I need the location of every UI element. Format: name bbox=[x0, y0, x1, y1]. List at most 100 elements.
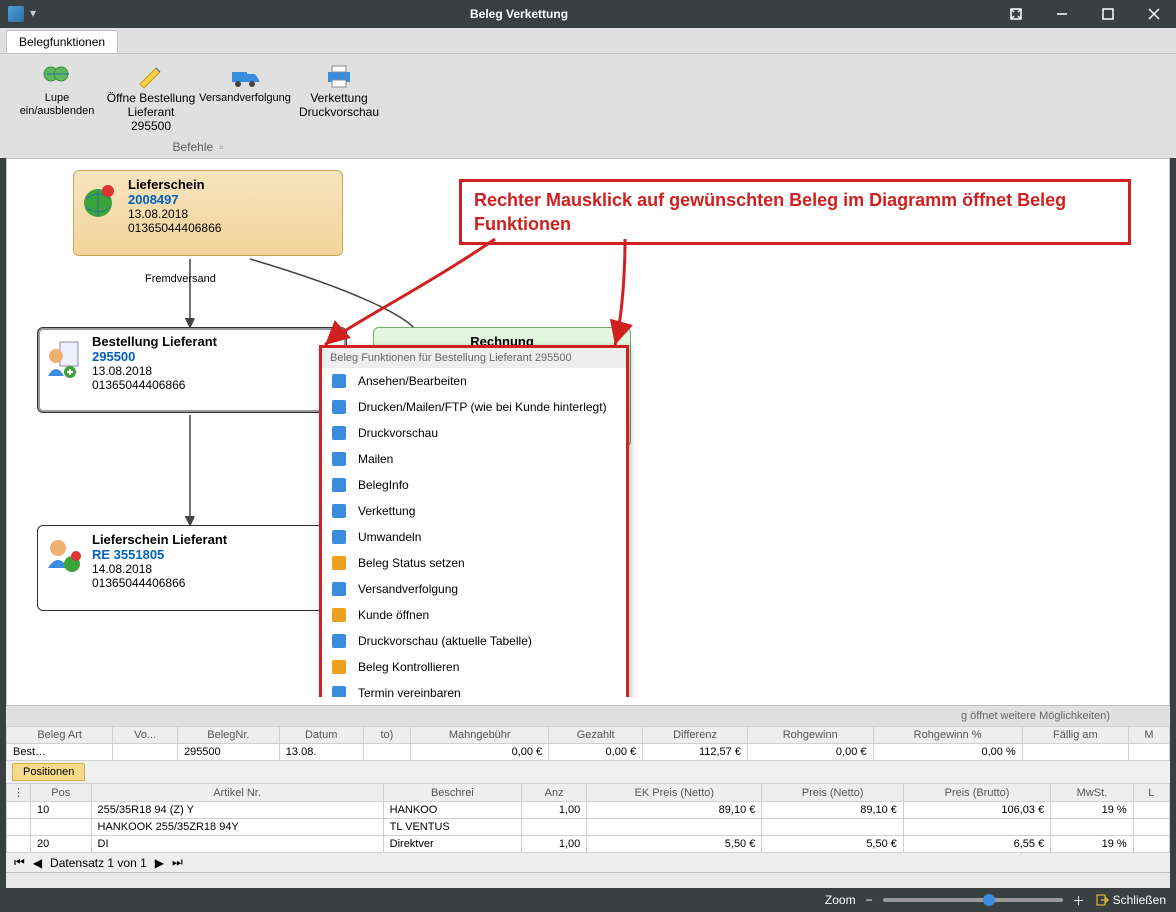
col-header[interactable]: M bbox=[1129, 727, 1170, 744]
ctx-item-11[interactable]: Beleg Kontrollieren bbox=[322, 654, 626, 680]
col-header[interactable]: Vo... bbox=[113, 727, 178, 744]
ctx-item-9[interactable]: Kunde öffnen bbox=[322, 602, 626, 628]
close-button[interactable] bbox=[1132, 0, 1176, 28]
grid-positionen[interactable]: ⋮PosArtikel Nr.BeschreiAnzEK Preis (Nett… bbox=[6, 783, 1170, 853]
ctx-item-0[interactable]: Ansehen/Bearbeiten bbox=[322, 368, 626, 394]
cell[interactable]: HANKOOK 255/35ZR18 94Y bbox=[91, 819, 383, 836]
cell[interactable] bbox=[1022, 744, 1128, 761]
col-header[interactable]: Pos bbox=[31, 784, 92, 802]
quick-dropdown-icon[interactable]: ▾ bbox=[30, 6, 36, 22]
col-header[interactable]: Gezahlt bbox=[549, 727, 643, 744]
horizontal-scrollbar[interactable] bbox=[6, 872, 1170, 888]
cell[interactable]: 1,00 bbox=[522, 836, 587, 853]
ctx-item-5[interactable]: Verkettung bbox=[322, 498, 626, 524]
ctx-item-4[interactable]: BelegInfo bbox=[322, 472, 626, 498]
cell[interactable]: 19 % bbox=[1051, 836, 1133, 853]
cell[interactable]: 5,50 € bbox=[762, 836, 904, 853]
chain-preview-button[interactable]: VerkettungDruckvorschau bbox=[294, 58, 384, 138]
cell[interactable]: 0,00 € bbox=[411, 744, 549, 761]
ctx-item-2[interactable]: Druckvorschau bbox=[322, 420, 626, 446]
node-lieferschein[interactable]: Lieferschein 2008497 13.08.2018 01365044… bbox=[73, 170, 343, 256]
tracking-button[interactable]: Versandverfolgung bbox=[200, 58, 290, 138]
cell[interactable] bbox=[113, 744, 178, 761]
col-header[interactable]: Beleg Art bbox=[7, 727, 113, 744]
cell[interactable]: 0,00 € bbox=[549, 744, 643, 761]
col-header[interactable]: Differenz bbox=[643, 727, 748, 744]
nav-last-icon[interactable]: ⏭ bbox=[172, 855, 183, 870]
ctx-item-6[interactable]: Umwandeln bbox=[322, 524, 626, 550]
ctx-item-7[interactable]: Beleg Status setzen bbox=[322, 550, 626, 576]
cell[interactable]: 106,03 € bbox=[903, 802, 1050, 819]
cell[interactable] bbox=[903, 819, 1050, 836]
col-header[interactable]: Rohgewinn bbox=[747, 727, 873, 744]
col-header[interactable]: Preis (Netto) bbox=[762, 784, 904, 802]
cell[interactable]: 13.08. bbox=[279, 744, 363, 761]
ctx-item-3[interactable]: Mailen bbox=[322, 446, 626, 472]
col-header[interactable]: Anz bbox=[522, 784, 587, 802]
nav-first-icon[interactable]: ⏮ bbox=[14, 855, 25, 870]
fullscreen-button[interactable] bbox=[994, 0, 1038, 28]
nav-prev-icon[interactable]: ◀ bbox=[33, 856, 42, 870]
cell[interactable] bbox=[31, 819, 92, 836]
node-lieferschein-lieferant[interactable]: Lieferschein Lieferant RE 3551805 14.08.… bbox=[37, 525, 343, 611]
col-header[interactable]: Datum bbox=[279, 727, 363, 744]
cell[interactable] bbox=[363, 744, 411, 761]
cell[interactable]: Best… bbox=[7, 744, 113, 761]
cell[interactable]: Direktver bbox=[383, 836, 521, 853]
cell[interactable]: 89,10 € bbox=[762, 802, 904, 819]
cell[interactable]: 112,57 € bbox=[643, 744, 748, 761]
cell[interactable] bbox=[1051, 819, 1133, 836]
cell[interactable] bbox=[762, 819, 904, 836]
cell[interactable]: 1,00 bbox=[522, 802, 587, 819]
zoom-slider[interactable] bbox=[883, 898, 1063, 902]
col-header[interactable]: to) bbox=[363, 727, 411, 744]
open-order-button[interactable]: Öffne BestellungLieferant 295500 bbox=[106, 58, 196, 138]
col-header[interactable]: L bbox=[1133, 784, 1169, 802]
col-header[interactable]: Beschrei bbox=[383, 784, 521, 802]
cell[interactable]: TL VENTUS bbox=[383, 819, 521, 836]
grid-belege[interactable]: Beleg ArtVo...BelegNr.Datumto)Mahngebühr… bbox=[6, 726, 1170, 761]
col-header[interactable]: Rohgewinn % bbox=[873, 727, 1022, 744]
ctx-item-10[interactable]: Druckvorschau (aktuelle Tabelle) bbox=[322, 628, 626, 654]
cell[interactable]: DI bbox=[91, 836, 383, 853]
diagram-canvas[interactable]: Fremdversand Lieferschein 2008497 13.08.… bbox=[6, 158, 1170, 706]
cell[interactable]: 0,00 € bbox=[747, 744, 873, 761]
maximize-button[interactable] bbox=[1086, 0, 1130, 28]
col-header[interactable]: MwSt. bbox=[1051, 784, 1133, 802]
cell[interactable] bbox=[1133, 819, 1169, 836]
cell[interactable] bbox=[1133, 836, 1169, 853]
ctx-item-1[interactable]: Drucken/Mailen/FTP (wie bei Kunde hinter… bbox=[322, 394, 626, 420]
zoom-out-icon[interactable]: − bbox=[866, 893, 873, 907]
cell[interactable] bbox=[522, 819, 587, 836]
cell[interactable]: HANKOO bbox=[383, 802, 521, 819]
nav-next-icon[interactable]: ▶ bbox=[155, 856, 164, 870]
cell[interactable]: 6,55 € bbox=[903, 836, 1050, 853]
cell[interactable] bbox=[1133, 802, 1169, 819]
cell[interactable]: 0,00 % bbox=[873, 744, 1022, 761]
ribbon-group-launcher-icon[interactable]: ▫ bbox=[219, 140, 223, 154]
cell[interactable]: 10 bbox=[31, 802, 92, 819]
cell[interactable]: 5,50 € bbox=[587, 836, 762, 853]
ctx-item-8[interactable]: Versandverfolgung bbox=[322, 576, 626, 602]
col-header[interactable]: EK Preis (Netto) bbox=[587, 784, 762, 802]
tab-belegfunktionen[interactable]: Belegfunktionen bbox=[6, 30, 118, 53]
cell[interactable]: 295500 bbox=[177, 744, 279, 761]
ctx-item-12[interactable]: Termin vereinbaren bbox=[322, 680, 626, 697]
cell[interactable]: 20 bbox=[31, 836, 92, 853]
col-header[interactable]: BelegNr. bbox=[177, 727, 279, 744]
col-header[interactable]: Fällig am bbox=[1022, 727, 1128, 744]
col-header[interactable]: Mahngebühr bbox=[411, 727, 549, 744]
lupe-button[interactable]: Lupe ein/ausblenden bbox=[12, 58, 102, 138]
cell[interactable] bbox=[1129, 744, 1170, 761]
minimize-button[interactable] bbox=[1040, 0, 1084, 28]
col-header[interactable]: Preis (Brutto) bbox=[903, 784, 1050, 802]
close-window-link[interactable]: Schließen bbox=[1095, 893, 1166, 907]
ctx-item-icon bbox=[330, 658, 348, 676]
cell[interactable]: 89,10 € bbox=[587, 802, 762, 819]
col-header[interactable]: Artikel Nr. bbox=[91, 784, 383, 802]
cell[interactable]: 19 % bbox=[1051, 802, 1133, 819]
tab-positionen[interactable]: Positionen bbox=[12, 763, 85, 781]
cell[interactable] bbox=[587, 819, 762, 836]
node-bestellung-lieferant[interactable]: Bestellung Lieferant 295500 13.08.2018 0… bbox=[37, 327, 347, 413]
cell[interactable]: 255/35R18 94 (Z) Y bbox=[91, 802, 383, 819]
